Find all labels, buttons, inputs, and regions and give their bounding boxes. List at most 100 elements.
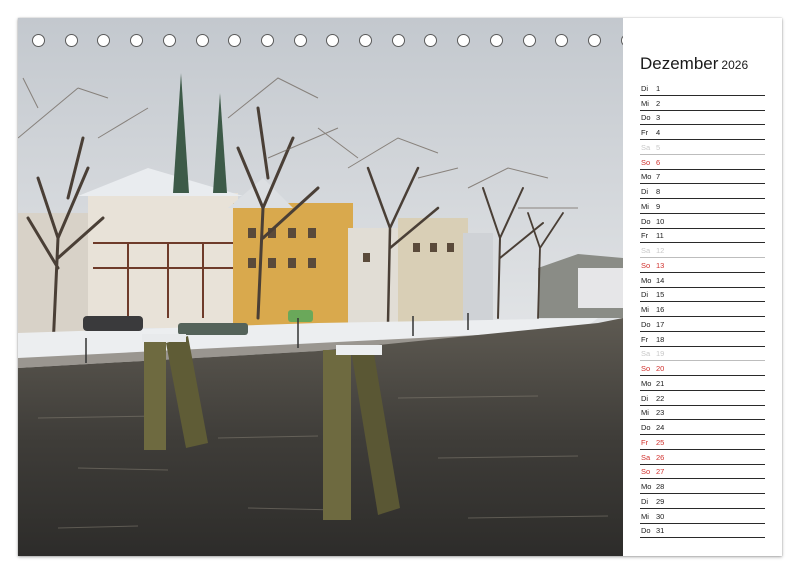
weekday-label: Di xyxy=(641,393,649,403)
day-number: 2 xyxy=(656,98,661,108)
binding-hole xyxy=(32,34,45,47)
day-row: Mo 7 xyxy=(640,170,765,185)
day-row: Sa 12 xyxy=(640,243,765,258)
weekday-label: Mi xyxy=(641,98,649,108)
day-row: Fr 4 xyxy=(640,125,765,140)
weekday-label: Mo xyxy=(641,275,652,285)
weekday-label: Fr xyxy=(641,231,649,241)
binding-hole xyxy=(457,34,471,47)
day-row: Di 22 xyxy=(640,391,765,406)
weekday-label: Do xyxy=(641,423,651,432)
day-number: 25 xyxy=(656,437,665,447)
day-number: 13 xyxy=(656,260,665,270)
binding-hole xyxy=(64,34,78,47)
day-number: 15 xyxy=(656,290,665,300)
winter-river-photo xyxy=(18,18,623,556)
day-number: 23 xyxy=(656,408,665,418)
weekday-label: Di xyxy=(641,290,649,300)
day-row: Fr 18 xyxy=(640,332,765,347)
weekday-label: Sa xyxy=(641,349,651,359)
day-number: 3 xyxy=(656,113,661,123)
day-row: Do 3 xyxy=(640,111,765,126)
day-number: 29 xyxy=(656,496,665,506)
day-number: 7 xyxy=(656,172,661,182)
weekday-label: Mi xyxy=(641,201,649,211)
binding-hole xyxy=(522,34,536,47)
weekday-label: Do xyxy=(641,216,651,226)
day-row: Di 8 xyxy=(640,184,765,199)
day-row: Di 29 xyxy=(640,494,765,509)
day-number: 18 xyxy=(656,334,665,344)
day-number: 20 xyxy=(656,364,665,373)
day-number: 24 xyxy=(656,423,665,432)
day-number: 30 xyxy=(656,511,665,521)
weekday-label: Sa xyxy=(641,452,651,462)
weekday-label: Do xyxy=(641,113,651,123)
weekday-label: Mi xyxy=(641,305,649,314)
day-row: Di 15 xyxy=(640,288,765,303)
day-number: 14 xyxy=(656,275,665,285)
day-row: So 20 xyxy=(640,361,765,376)
weekday-label: Fr xyxy=(641,437,649,447)
day-number: 16 xyxy=(656,305,665,314)
day-number: 22 xyxy=(656,393,665,403)
day-number: 17 xyxy=(656,319,665,329)
weekday-label: Do xyxy=(641,526,651,536)
weekday-label: So xyxy=(641,467,651,477)
calendar-panel: Dezember 2026 Di 1 Mi 2 Do 3 Fr 4 Sa 5 So 6 Mo 7 Di 8 Mi 9… xyxy=(623,18,782,556)
binding-hole xyxy=(162,34,176,47)
weekday-label: So xyxy=(641,364,651,373)
weekday-label: Mi xyxy=(641,511,649,521)
weekday-label: Sa xyxy=(641,142,651,152)
binding-hole xyxy=(587,34,601,47)
binding-hole xyxy=(97,34,111,47)
month-year: 2026 xyxy=(721,58,749,72)
day-row: Mo 21 xyxy=(640,376,765,391)
day-number: 9 xyxy=(656,201,661,211)
day-row: Fr 11 xyxy=(640,229,765,244)
day-row: Do 31 xyxy=(640,524,765,539)
day-row: Mi 9 xyxy=(640,199,765,214)
binding-hole xyxy=(424,34,438,47)
binding-hole xyxy=(326,34,340,47)
day-row: Mi 30 xyxy=(640,509,765,524)
weekday-label: Sa xyxy=(641,246,651,255)
day-row: Mi 16 xyxy=(640,302,765,317)
weekday-label: Mo xyxy=(641,172,652,182)
day-number: 8 xyxy=(656,187,661,196)
day-number: 5 xyxy=(656,142,661,152)
weekday-label: Di xyxy=(641,496,649,506)
day-row: So 13 xyxy=(640,258,765,273)
month-name: Dezember xyxy=(640,54,719,73)
day-number: 4 xyxy=(656,128,661,137)
day-number: 6 xyxy=(656,157,661,167)
weekday-label: Di xyxy=(641,83,649,93)
day-number: 19 xyxy=(656,349,665,359)
calendar-page: Dezember 2026 Di 1 Mi 2 Do 3 Fr 4 Sa 5 So 6 Mo 7 Di 8 Mi 9… xyxy=(18,18,782,556)
weekday-label: Mi xyxy=(641,408,649,418)
day-row: Sa 26 xyxy=(640,450,765,465)
day-row: So 27 xyxy=(640,465,765,480)
binding-hole xyxy=(228,34,242,47)
binding-hole xyxy=(489,34,503,47)
day-number: 11 xyxy=(656,231,664,241)
weekday-label: So xyxy=(641,157,651,167)
binding-hole xyxy=(130,34,144,47)
day-row: Do 10 xyxy=(640,214,765,229)
day-row: So 6 xyxy=(640,155,765,170)
day-row: Sa 5 xyxy=(640,140,765,155)
weekday-label: Fr xyxy=(641,128,649,137)
day-row: Mo 28 xyxy=(640,479,765,494)
day-number: 26 xyxy=(656,452,665,462)
day-row: Di 1 xyxy=(640,81,765,96)
weekday-label: Di xyxy=(641,187,649,196)
binding-hole xyxy=(195,34,209,47)
day-row: Sa 19 xyxy=(640,347,765,362)
day-row: Mi 2 xyxy=(640,96,765,111)
day-number: 28 xyxy=(656,482,665,491)
day-number: 1 xyxy=(656,83,661,93)
binding-hole xyxy=(359,34,372,47)
day-number: 10 xyxy=(656,216,665,226)
weekday-label: Do xyxy=(641,319,651,329)
binding-hole xyxy=(555,34,569,47)
